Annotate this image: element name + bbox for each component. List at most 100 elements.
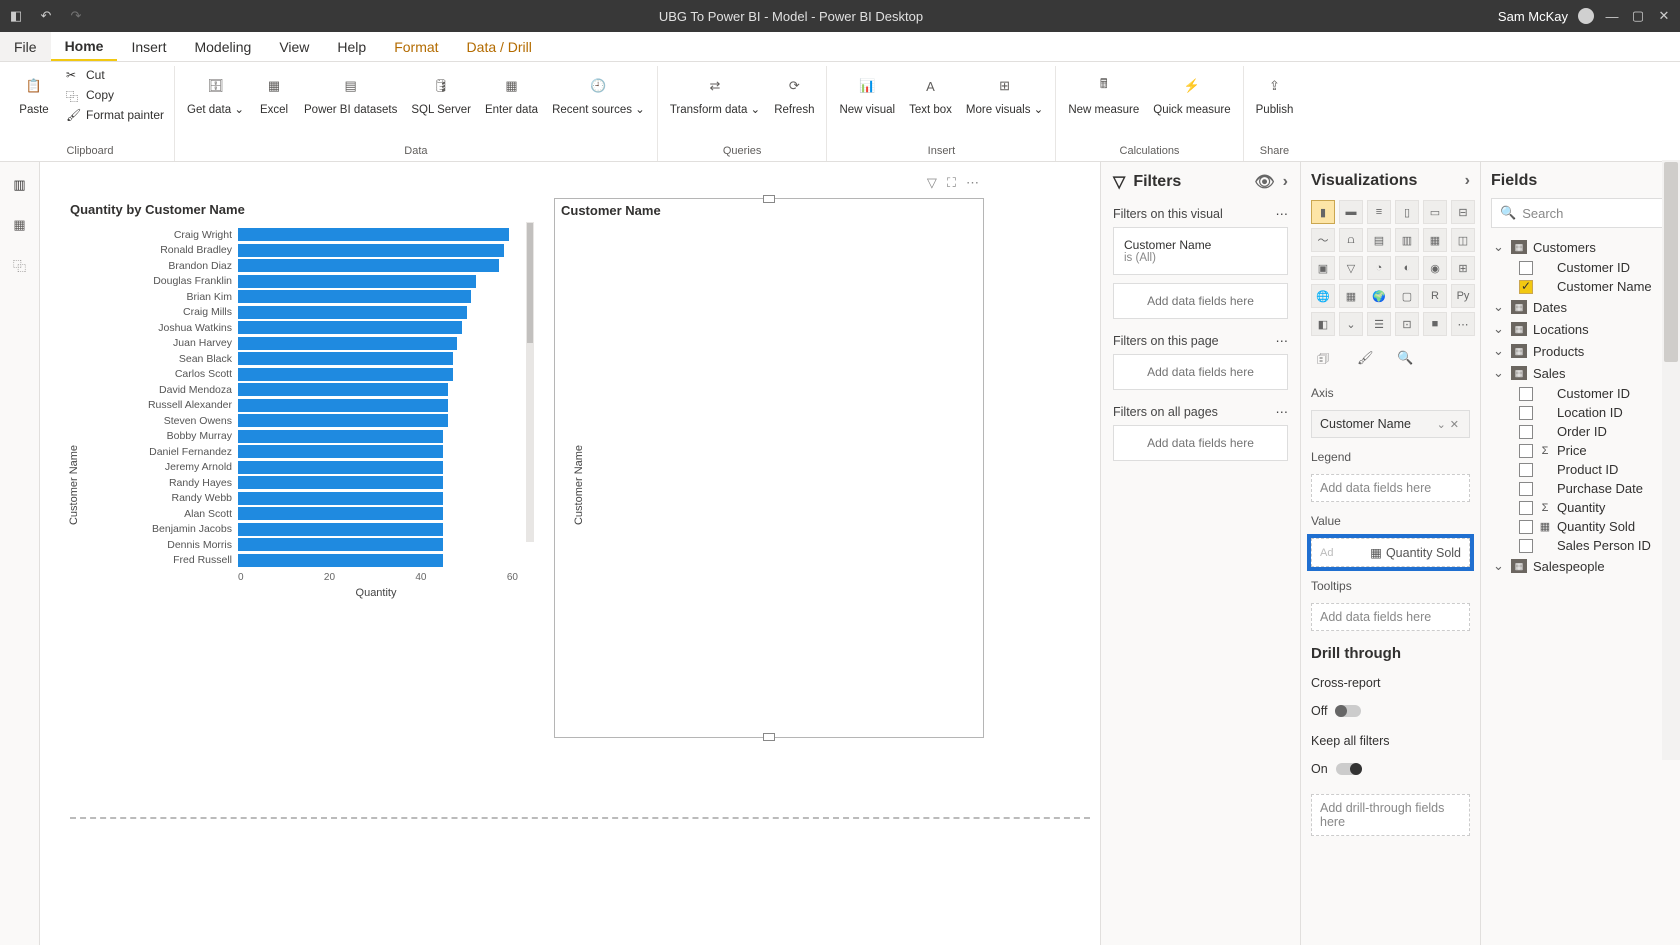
quick-measure-button[interactable]: ⚡Quick measure xyxy=(1147,66,1236,121)
copy-button[interactable]: ⿻Copy xyxy=(62,86,168,104)
viz-type-icon[interactable]: ▦ xyxy=(1423,228,1447,252)
paste-button[interactable]: 📋 Paste xyxy=(12,66,56,121)
viz-type-icon[interactable]: ▣ xyxy=(1311,256,1335,280)
bar-row[interactable]: Brian Kim xyxy=(128,289,514,305)
minimize-icon[interactable]: — xyxy=(1604,8,1620,24)
bar-row[interactable]: Sean Black xyxy=(128,351,514,367)
bar-row[interactable]: Steven Owens xyxy=(128,413,514,429)
redo-icon[interactable]: ↷ xyxy=(68,8,84,24)
field-quantity-sold[interactable]: ▦Quantity Sold xyxy=(1491,517,1670,536)
bar-row[interactable]: David Mendoza xyxy=(128,382,514,398)
viz-type-icon[interactable]: ☰ xyxy=(1367,312,1391,336)
filters-all-more-icon[interactable]: ⋯ xyxy=(1276,404,1289,419)
bar-row[interactable]: Bobby Murray xyxy=(128,429,514,445)
model-view-button[interactable]: ⿻ xyxy=(9,254,31,276)
field-checkbox[interactable] xyxy=(1519,280,1533,294)
focus-mode-icon[interactable]: ⛶ xyxy=(947,175,956,191)
bar-row[interactable]: Jeremy Arnold xyxy=(128,460,514,476)
field-checkbox[interactable] xyxy=(1519,482,1533,496)
report-canvas[interactable]: Quantity by Customer Name Customer Name … xyxy=(40,162,1100,945)
viz-type-icon[interactable]: ▥ xyxy=(1395,228,1419,252)
app-scrollbar[interactable] xyxy=(1662,160,1680,760)
format-tab-icon[interactable]: 🖌 xyxy=(1357,350,1377,370)
add-page-filter-well[interactable]: Add data fields here xyxy=(1113,354,1288,390)
viz-type-icon[interactable]: Py xyxy=(1451,284,1475,308)
field-checkbox[interactable] xyxy=(1519,463,1533,477)
filters-page-more-icon[interactable]: ⋯ xyxy=(1276,333,1289,348)
field-quantity[interactable]: ΣQuantity xyxy=(1491,498,1670,517)
viz-type-icon[interactable]: 🌍 xyxy=(1367,284,1391,308)
table-locations[interactable]: ⌄▦Locations xyxy=(1491,318,1670,340)
user-name[interactable]: Sam McKay xyxy=(1498,9,1568,24)
viz-type-icon[interactable]: 〜 xyxy=(1311,228,1335,252)
field-checkbox[interactable] xyxy=(1519,387,1533,401)
field-checkbox[interactable] xyxy=(1519,539,1533,553)
fields-tab-icon[interactable]: 🗊 xyxy=(1317,350,1337,370)
show-filters-icon[interactable]: 👁 xyxy=(1254,172,1274,192)
legend-well[interactable]: Add data fields here xyxy=(1311,474,1470,502)
bar-row[interactable]: Randy Hayes xyxy=(128,475,514,491)
viz-type-icon[interactable]: ▬ xyxy=(1339,200,1363,224)
field-order-id[interactable]: Order ID xyxy=(1491,422,1670,441)
field-checkbox[interactable] xyxy=(1519,406,1533,420)
filter-card-customer-name[interactable]: Customer Name is (All) xyxy=(1113,227,1288,275)
table-sales[interactable]: ⌄▦Sales xyxy=(1491,362,1670,384)
viz-type-icon[interactable]: ▯ xyxy=(1395,200,1419,224)
viz-type-icon[interactable]: 🌐 xyxy=(1311,284,1335,308)
sql-server-button[interactable]: 🛢SQL Server xyxy=(405,66,477,121)
field-checkbox[interactable] xyxy=(1519,520,1533,534)
bar-row[interactable]: Ronald Bradley xyxy=(128,243,514,259)
viz-type-icon[interactable]: ▭ xyxy=(1423,200,1447,224)
maximize-icon[interactable]: ▢ xyxy=(1630,8,1646,24)
viz-type-icon[interactable]: ⊞ xyxy=(1451,256,1475,280)
bar-row[interactable]: Alan Scott xyxy=(128,506,514,522)
bar-row[interactable]: Benjamin Jacobs xyxy=(128,522,514,538)
tooltips-well[interactable]: Add data fields here xyxy=(1311,603,1470,631)
field-customer-id[interactable]: Customer ID xyxy=(1491,258,1670,277)
bar-row[interactable]: Dennis Morris xyxy=(128,537,514,553)
table-products[interactable]: ⌄▦Products xyxy=(1491,340,1670,362)
field-checkbox[interactable] xyxy=(1519,261,1533,275)
filters-visual-more-icon[interactable]: ⋯ xyxy=(1276,206,1289,221)
viz-type-icon[interactable]: ⊡ xyxy=(1395,312,1419,336)
excel-button[interactable]: ▦Excel xyxy=(252,66,296,121)
tab-format[interactable]: Format xyxy=(380,32,452,61)
bar-row[interactable]: Brandon Diaz xyxy=(128,258,514,274)
field-product-id[interactable]: Product ID xyxy=(1491,460,1670,479)
viz-type-icon[interactable]: ■ xyxy=(1423,312,1447,336)
viz-type-icon[interactable]: ◐ xyxy=(1395,256,1419,280)
viz-type-icon[interactable]: ◉ xyxy=(1423,256,1447,280)
viz-type-icon[interactable]: ▤ xyxy=(1367,228,1391,252)
viz-type-icon[interactable]: ▽ xyxy=(1339,256,1363,280)
add-all-filter-well[interactable]: Add data fields here xyxy=(1113,425,1288,461)
viz-type-icon[interactable]: ≡ xyxy=(1367,200,1391,224)
field-price[interactable]: ΣPrice xyxy=(1491,441,1670,460)
viz-type-icon[interactable]: ⌄ xyxy=(1339,312,1363,336)
field-customer-name[interactable]: Customer Name xyxy=(1491,277,1670,296)
value-well[interactable]: Ad ▦ Quantity Sold xyxy=(1311,538,1470,567)
field-customer-id[interactable]: Customer ID xyxy=(1491,384,1670,403)
field-checkbox[interactable] xyxy=(1519,444,1533,458)
viz-type-icon[interactable]: ⋯ xyxy=(1451,312,1475,336)
viz-type-icon[interactable]: ⩍ xyxy=(1339,228,1363,252)
refresh-button[interactable]: ⟳Refresh xyxy=(768,66,820,121)
table-customers[interactable]: ⌄▦Customers xyxy=(1491,236,1670,258)
axis-well[interactable]: Customer Name ⌄✕ xyxy=(1311,410,1470,438)
format-painter-button[interactable]: 🖌Format painter xyxy=(62,106,168,124)
field-location-id[interactable]: Location ID xyxy=(1491,403,1670,422)
bar-row[interactable]: Douglas Franklin xyxy=(128,274,514,290)
visual-quantity-by-customer[interactable]: Quantity by Customer Name Customer Name … xyxy=(64,198,524,738)
axis-dropdown-icon[interactable]: ⌄ xyxy=(1435,419,1448,431)
bar-row[interactable]: Fred Russell xyxy=(128,553,514,569)
viz-type-icon[interactable]: ◧ xyxy=(1311,312,1335,336)
cut-button[interactable]: ✂Cut xyxy=(62,66,168,84)
fields-search[interactable]: 🔍 Search xyxy=(1491,198,1670,228)
analytics-tab-icon[interactable]: 🔍 xyxy=(1397,350,1417,370)
avatar[interactable] xyxy=(1578,8,1594,24)
visual-customer-name-selected[interactable]: ▽ ⛶ ⋯ Customer Name Customer Name xyxy=(554,198,984,738)
bar-row[interactable]: Randy Webb xyxy=(128,491,514,507)
visual-scrollbar[interactable] xyxy=(526,222,534,542)
field-checkbox[interactable] xyxy=(1519,501,1533,515)
viz-type-icon[interactable]: ⊟ xyxy=(1451,200,1475,224)
tab-home[interactable]: Home xyxy=(51,32,118,61)
